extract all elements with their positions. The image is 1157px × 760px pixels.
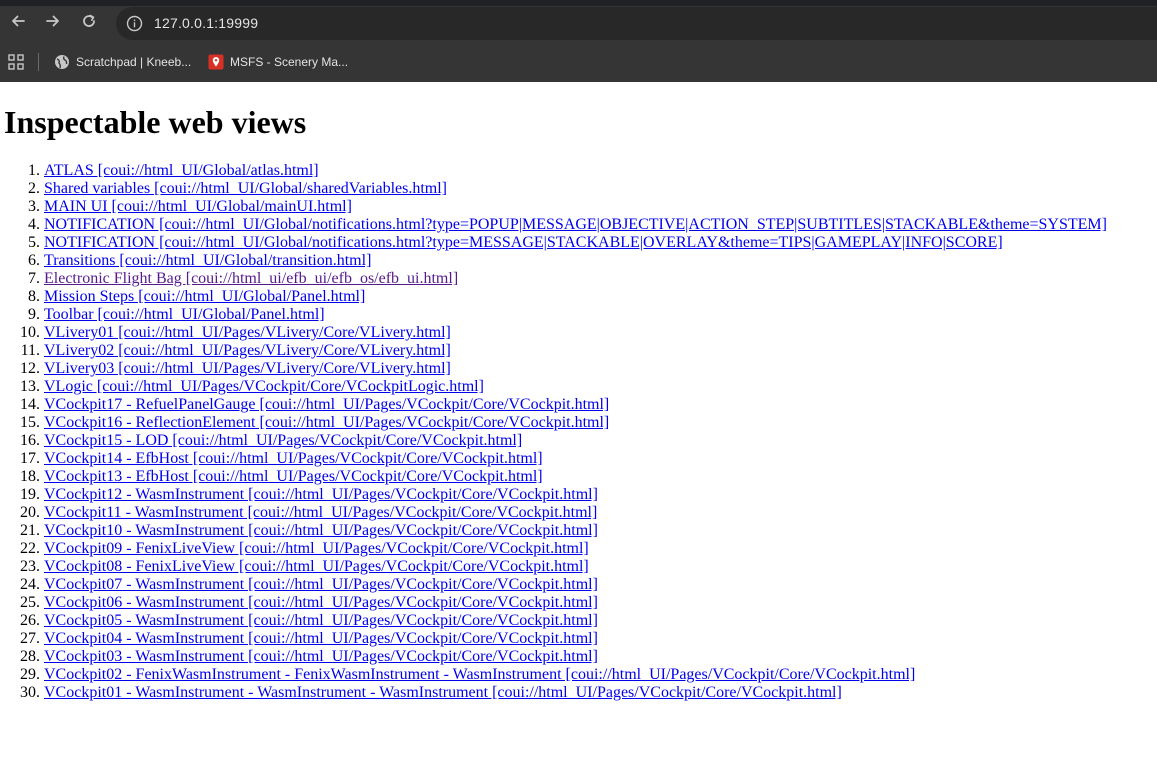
web-view-link[interactable]: VCockpit15 - LOD [coui://html_UI/Pages/V… bbox=[44, 432, 522, 449]
bookmarks-bar: Scratchpad | Kneeb... MSFS - Scenery Ma.… bbox=[0, 41, 1157, 82]
web-view-link[interactable]: Toolbar [coui://html_UI/Global/Panel.htm… bbox=[44, 306, 325, 323]
list-item: Transitions [coui://html_UI/Global/trans… bbox=[44, 252, 1107, 270]
browser-toolbar: 127.0.0.1:19999 bbox=[0, 0, 1157, 41]
web-view-link[interactable]: VLivery03 [coui://html_UI/Pages/VLivery/… bbox=[44, 360, 451, 377]
arrow-right-icon bbox=[46, 15, 59, 27]
list-item: VLivery02 [coui://html_UI/Pages/VLivery/… bbox=[44, 342, 1107, 360]
list-item: VLivery01 [coui://html_UI/Pages/VLivery/… bbox=[44, 324, 1107, 342]
web-view-link[interactable]: VLogic [coui://html_UI/Pages/VCockpit/Co… bbox=[44, 378, 484, 395]
web-view-link[interactable]: Transitions [coui://html_UI/Global/trans… bbox=[44, 252, 371, 269]
web-view-link[interactable]: VCockpit13 - EfbHost [coui://html_UI/Pag… bbox=[44, 468, 543, 485]
list-item: VLogic [coui://html_UI/Pages/VCockpit/Co… bbox=[44, 378, 1107, 396]
address-bar[interactable]: 127.0.0.1:19999 bbox=[116, 7, 1157, 40]
list-item: VCockpit09 - FenixLiveView [coui://html_… bbox=[44, 540, 1107, 558]
list-item: NOTIFICATION [coui://html_UI/Global/noti… bbox=[44, 216, 1107, 234]
list-item: VCockpit04 - WasmInstrument [coui://html… bbox=[44, 630, 1107, 648]
bookmark-label: MSFS - Scenery Ma... bbox=[230, 55, 349, 69]
list-item: VCockpit05 - WasmInstrument [coui://html… bbox=[44, 612, 1107, 630]
web-view-link[interactable]: VLivery01 [coui://html_UI/Pages/VLivery/… bbox=[44, 324, 451, 341]
bookmark-label: Scratchpad | Kneeb... bbox=[76, 55, 192, 69]
web-view-link[interactable]: VCockpit12 - WasmInstrument [coui://html… bbox=[44, 486, 598, 503]
back-button[interactable] bbox=[7, 11, 29, 33]
list-item: VCockpit08 - FenixLiveView [coui://html_… bbox=[44, 558, 1107, 576]
web-view-link[interactable]: VCockpit07 - WasmInstrument [coui://html… bbox=[44, 576, 598, 593]
list-item: VCockpit11 - WasmInstrument [coui://html… bbox=[44, 504, 1107, 522]
list-item: VCockpit02 - FenixWasmInstrument - Fenix… bbox=[44, 666, 1107, 684]
web-view-link[interactable]: VCockpit11 - WasmInstrument [coui://html… bbox=[44, 504, 597, 521]
list-item: MAIN UI [coui://html_UI/Global/mainUI.ht… bbox=[44, 198, 1107, 216]
web-view-link[interactable]: VCockpit16 - ReflectionElement [coui://h… bbox=[44, 414, 609, 431]
web-view-link[interactable]: NOTIFICATION [coui://html_UI/Global/noti… bbox=[44, 216, 1107, 233]
tab-strip bbox=[0, 0, 1157, 6]
web-view-link[interactable]: VCockpit05 - WasmInstrument [coui://html… bbox=[44, 612, 598, 629]
reload-icon bbox=[83, 14, 95, 27]
web-view-link[interactable]: MAIN UI [coui://html_UI/Global/mainUI.ht… bbox=[44, 198, 352, 215]
list-item: Electronic Flight Bag [coui://html_ui/ef… bbox=[44, 270, 1107, 288]
bookmark-msfs-scenery[interactable]: MSFS - Scenery Ma... bbox=[208, 51, 348, 73]
info-icon[interactable] bbox=[126, 15, 143, 32]
list-item: VCockpit06 - WasmInstrument [coui://html… bbox=[44, 594, 1107, 612]
web-view-link[interactable]: VLivery02 [coui://html_UI/Pages/VLivery/… bbox=[44, 342, 451, 359]
forward-button[interactable] bbox=[42, 11, 64, 33]
list-item: VCockpit07 - WasmInstrument [coui://html… bbox=[44, 576, 1107, 594]
web-view-link[interactable]: VCockpit14 - EfbHost [coui://html_UI/Pag… bbox=[44, 450, 543, 467]
web-view-link[interactable]: Mission Steps [coui://html_UI/Global/Pan… bbox=[44, 288, 365, 305]
web-view-link[interactable]: VCockpit10 - WasmInstrument [coui://html… bbox=[44, 522, 598, 539]
list-item: VCockpit10 - WasmInstrument [coui://html… bbox=[44, 522, 1107, 540]
page-title: Inspectable web views bbox=[4, 104, 307, 140]
list-item: ATLAS [coui://html_UI/Global/atlas.html] bbox=[44, 162, 1107, 180]
url-text[interactable]: 127.0.0.1:19999 bbox=[154, 15, 258, 31]
list-item: VCockpit14 - EfbHost [coui://html_UI/Pag… bbox=[44, 450, 1107, 468]
web-view-link[interactable]: Electronic Flight Bag [coui://html_ui/ef… bbox=[44, 270, 458, 287]
web-view-link[interactable]: NOTIFICATION [coui://html_UI/Global/noti… bbox=[44, 234, 1003, 251]
list-item: VCockpit13 - EfbHost [coui://html_UI/Pag… bbox=[44, 468, 1107, 486]
web-view-link[interactable]: VCockpit04 - WasmInstrument [coui://html… bbox=[44, 630, 598, 647]
list-item: VCockpit12 - WasmInstrument [coui://html… bbox=[44, 486, 1107, 504]
page-content: Inspectable web views ATLAS [coui://html… bbox=[0, 82, 1157, 760]
map-pin-icon bbox=[208, 54, 224, 70]
web-view-link[interactable]: VCockpit17 - RefuelPanelGauge [coui://ht… bbox=[44, 396, 609, 413]
bookmarks-divider bbox=[38, 53, 39, 71]
web-view-link[interactable]: VCockpit03 - WasmInstrument [coui://html… bbox=[44, 648, 598, 665]
list-item: VCockpit01 - WasmInstrument - WasmInstru… bbox=[44, 684, 1107, 702]
browser-chrome: 127.0.0.1:19999 Scratchpad | Kneeb... MS… bbox=[0, 0, 1157, 82]
list-item: VCockpit17 - RefuelPanelGauge [coui://ht… bbox=[44, 396, 1107, 414]
apps-grid-icon[interactable] bbox=[8, 54, 24, 70]
list-item: VCockpit03 - WasmInstrument [coui://html… bbox=[44, 648, 1107, 666]
web-views-list: ATLAS [coui://html_UI/Global/atlas.html]… bbox=[0, 162, 1107, 702]
web-view-link[interactable]: VCockpit06 - WasmInstrument [coui://html… bbox=[44, 594, 598, 611]
web-view-link[interactable]: ATLAS [coui://html_UI/Global/atlas.html] bbox=[44, 162, 319, 179]
web-view-link[interactable]: VCockpit01 - WasmInstrument - WasmInstru… bbox=[44, 684, 842, 701]
web-view-link[interactable]: VCockpit08 - FenixLiveView [coui://html_… bbox=[44, 558, 589, 575]
arrow-left-icon bbox=[12, 15, 25, 27]
web-view-link[interactable]: VCockpit02 - FenixWasmInstrument - Fenix… bbox=[44, 666, 915, 683]
web-view-link[interactable]: VCockpit09 - FenixLiveView [coui://html_… bbox=[44, 540, 589, 557]
list-item: Shared variables [coui://html_UI/Global/… bbox=[44, 180, 1107, 198]
reload-button[interactable] bbox=[78, 11, 100, 33]
list-item: VCockpit16 - ReflectionElement [coui://h… bbox=[44, 414, 1107, 432]
list-item: Toolbar [coui://html_UI/Global/Panel.htm… bbox=[44, 306, 1107, 324]
list-item: NOTIFICATION [coui://html_UI/Global/noti… bbox=[44, 234, 1107, 252]
web-view-link[interactable]: Shared variables [coui://html_UI/Global/… bbox=[44, 180, 447, 197]
globe-icon bbox=[55, 55, 69, 69]
list-item: VCockpit15 - LOD [coui://html_UI/Pages/V… bbox=[44, 432, 1107, 450]
list-item: VLivery03 [coui://html_UI/Pages/VLivery/… bbox=[44, 360, 1107, 378]
list-item: Mission Steps [coui://html_UI/Global/Pan… bbox=[44, 288, 1107, 306]
bookmark-scratchpad[interactable]: Scratchpad | Kneeb... bbox=[54, 51, 191, 73]
